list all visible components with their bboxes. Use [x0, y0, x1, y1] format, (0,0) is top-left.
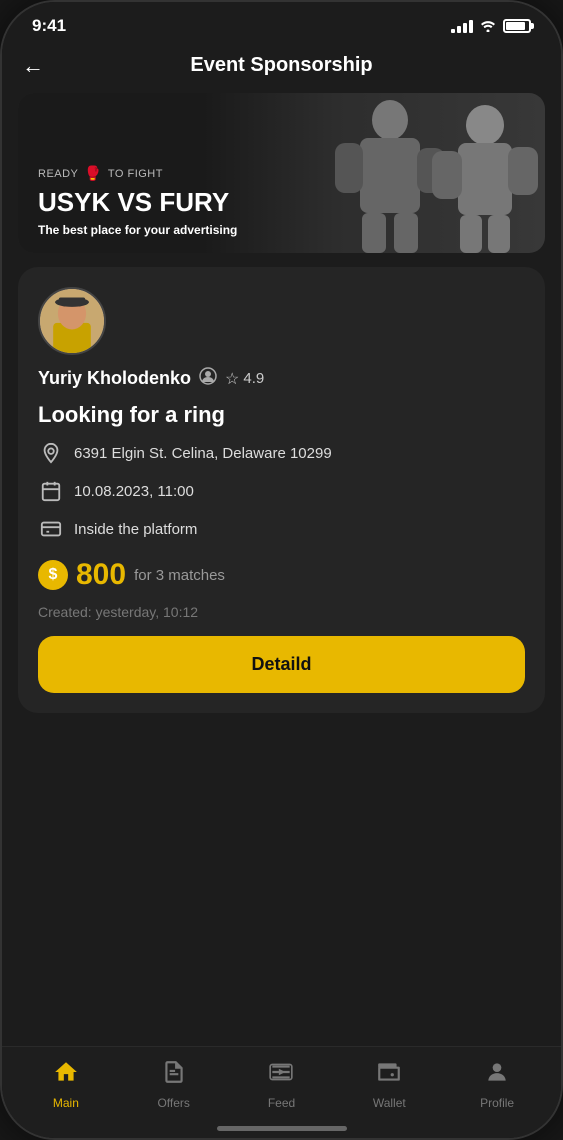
star-icon: ☆	[225, 369, 239, 389]
home-indicator	[2, 1118, 561, 1138]
location-icon	[38, 440, 64, 466]
calendar-icon	[38, 478, 64, 504]
nav-label-wallet: Wallet	[373, 1096, 406, 1110]
listing-card: Yuriy Kholodenko ☆ 4.9 Looking for	[18, 267, 545, 713]
avatar	[38, 287, 106, 355]
price-label: for 3 matches	[134, 567, 225, 584]
price-row: $ 800 for 3 matches	[38, 558, 525, 592]
nav-item-main[interactable]: Main	[12, 1059, 120, 1110]
listing-title: Looking for a ring	[38, 402, 525, 428]
dollar-icon: $	[38, 560, 68, 590]
user-info-row: Yuriy Kholodenko ☆ 4.9	[38, 367, 525, 390]
battery-icon	[503, 19, 531, 33]
battery-fill	[506, 22, 525, 30]
location-row: 6391 Elgin St. Celina, Delaware 10299	[38, 440, 525, 466]
page-title: Event Sponsorship	[190, 54, 372, 77]
signal-bar-3	[463, 23, 467, 33]
header: ← Event Sponsorship	[2, 44, 561, 93]
banner-tag-end: TO FIGHT	[108, 168, 163, 180]
banner-tag: READY 🥊 TO FIGHT	[38, 165, 525, 182]
phone-frame: 9:41 ← Event S	[0, 0, 563, 1140]
date-text: 10.08.2023, 11:00	[74, 483, 194, 500]
nav-label-feed: Feed	[268, 1096, 295, 1110]
payment-icon	[38, 516, 64, 542]
signal-bar-4	[469, 20, 473, 33]
price-amount: 800	[76, 558, 126, 592]
created-text: Created: yesterday, 10:12	[38, 604, 525, 620]
status-icons	[451, 18, 531, 35]
nav-label-offers: Offers	[157, 1096, 189, 1110]
nav-item-feed[interactable]: Feed	[228, 1059, 336, 1110]
offers-icon	[161, 1059, 187, 1092]
user-name: Yuriy Kholodenko	[38, 368, 191, 389]
status-time: 9:41	[32, 16, 66, 36]
nav-item-profile[interactable]: Profile	[443, 1059, 551, 1110]
date-row: 10.08.2023, 11:00	[38, 478, 525, 504]
nav-item-offers[interactable]: Offers	[120, 1059, 228, 1110]
banner-subtitle: The best place for your advertising	[38, 223, 525, 237]
home-bar	[217, 1126, 347, 1131]
payment-row: Inside the platform	[38, 516, 525, 542]
wallet-icon	[376, 1059, 402, 1092]
signal-bars-icon	[451, 20, 473, 33]
back-button[interactable]: ←	[22, 55, 44, 77]
bottom-nav: Main Offers	[2, 1046, 561, 1118]
home-icon	[53, 1059, 79, 1092]
signal-bar-1	[451, 29, 455, 33]
nav-label-profile: Profile	[480, 1096, 514, 1110]
verified-icon	[199, 367, 217, 390]
rating: ☆ 4.9	[225, 369, 264, 389]
signal-bar-2	[457, 26, 461, 33]
location-text: 6391 Elgin St. Celina, Delaware 10299	[74, 445, 332, 462]
status-bar: 9:41	[2, 2, 561, 44]
detail-button[interactable]: Detaild	[38, 636, 525, 693]
feed-icon	[268, 1059, 294, 1092]
avatar-svg	[40, 289, 104, 353]
profile-icon	[484, 1059, 510, 1092]
nav-label-main: Main	[53, 1096, 79, 1110]
payment-text: Inside the platform	[74, 521, 197, 538]
glove-icon: 🥊	[84, 165, 101, 182]
nav-item-wallet[interactable]: Wallet	[335, 1059, 443, 1110]
banner-tag-ready: READY	[38, 168, 78, 180]
banner-content: READY 🥊 TO FIGHT USYK VS FURY The best p…	[18, 149, 545, 253]
wifi-icon	[479, 18, 497, 35]
event-banner[interactable]: READY 🥊 TO FIGHT USYK VS FURY The best p…	[18, 93, 545, 253]
main-content: READY 🥊 TO FIGHT USYK VS FURY The best p…	[2, 93, 561, 1046]
banner-title: USYK VS FURY	[38, 188, 525, 217]
rating-value: 4.9	[243, 370, 264, 387]
screen: 9:41 ← Event S	[2, 2, 561, 1138]
